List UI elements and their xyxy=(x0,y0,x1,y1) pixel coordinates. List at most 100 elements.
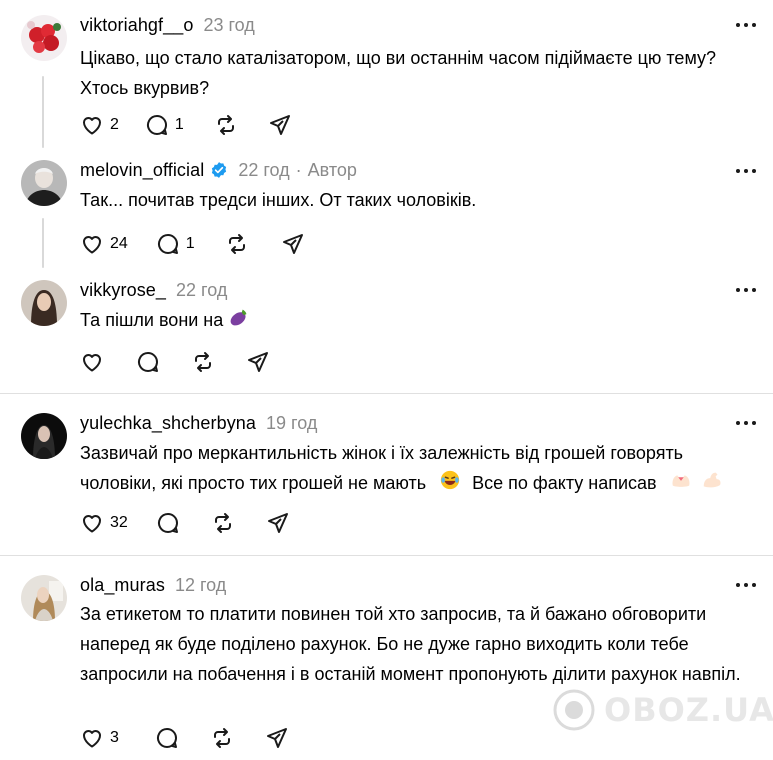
repost-icon xyxy=(213,728,230,748)
comment-text-after: Все по факту написав xyxy=(472,473,657,493)
action-bar: 32 xyxy=(80,511,290,535)
comment-header: melovin_official 22 год · Автор xyxy=(80,158,357,182)
comment-header: vikkyrose_ 22 год xyxy=(80,278,227,302)
repost-icon xyxy=(228,234,245,254)
comment-icon xyxy=(156,728,177,748)
share-button[interactable] xyxy=(265,726,289,750)
username[interactable]: viktoriahgf__o xyxy=(80,15,193,36)
woman-avatar-icon xyxy=(21,280,67,326)
watermark: OBOZ.UA xyxy=(552,688,773,732)
comment-icon xyxy=(157,513,178,533)
action-bar: 24 1 xyxy=(80,232,305,256)
timestamp[interactable]: 19 год xyxy=(266,413,317,434)
like-count: 32 xyxy=(110,514,128,531)
avatar[interactable] xyxy=(21,413,67,459)
reply-button[interactable] xyxy=(136,350,160,374)
watermark-text: OBOZ.UA xyxy=(604,691,773,729)
share-button[interactable] xyxy=(281,232,305,256)
username[interactable]: vikkyrose_ xyxy=(80,280,166,301)
send-icon xyxy=(266,728,287,748)
woman-light-avatar-icon xyxy=(21,575,67,621)
username[interactable]: ola_muras xyxy=(80,575,165,596)
more-options-icon[interactable] xyxy=(736,168,756,174)
comment-icon xyxy=(157,234,178,254)
repost-button[interactable] xyxy=(211,511,235,535)
heart-icon xyxy=(82,515,102,533)
heart-icon xyxy=(82,117,102,135)
more-options-icon[interactable] xyxy=(736,582,756,588)
like-button[interactable] xyxy=(80,350,104,374)
username[interactable]: melovin_official xyxy=(80,160,204,181)
reply-button[interactable]: 1 xyxy=(145,113,184,137)
repost-button[interactable] xyxy=(225,232,249,256)
reply-button[interactable] xyxy=(155,726,179,750)
comment-header: ola_muras 12 год xyxy=(80,573,226,597)
verified-badge-icon xyxy=(210,161,228,179)
reply-count: 1 xyxy=(185,235,195,252)
action-bar: 3 xyxy=(80,726,289,750)
eggplant-emoji-icon xyxy=(228,306,250,337)
timestamp[interactable]: 23 год xyxy=(203,15,254,36)
repost-button[interactable] xyxy=(191,350,215,374)
thread-line xyxy=(42,76,44,148)
share-button[interactable] xyxy=(266,511,290,535)
comment-icon xyxy=(138,352,159,372)
avatar[interactable] xyxy=(21,575,67,621)
man-avatar-icon xyxy=(21,160,67,206)
username[interactable]: yulechka_shcherbyna xyxy=(80,413,256,434)
timestamp[interactable]: 22 год xyxy=(238,160,289,181)
timestamp[interactable]: 12 год xyxy=(175,575,226,596)
comment-icon xyxy=(146,115,167,135)
action-bar xyxy=(80,350,270,374)
share-button[interactable] xyxy=(246,350,270,374)
comment-header: viktoriahgf__o 23 год xyxy=(80,13,255,37)
more-options-icon[interactable] xyxy=(736,22,756,28)
heart-hands-emoji-icon xyxy=(670,469,692,500)
timestamp[interactable]: 22 год xyxy=(176,280,227,301)
flexed-arm-emoji-icon xyxy=(701,469,723,500)
avatar[interactable] xyxy=(21,280,67,326)
send-icon xyxy=(282,234,303,254)
comment-text: За етикетом то платити повинен той хто з… xyxy=(80,604,741,684)
avatar[interactable] xyxy=(21,160,67,206)
heart-icon xyxy=(82,354,102,372)
share-button[interactable] xyxy=(268,113,292,137)
repost-button[interactable] xyxy=(214,113,238,137)
heart-icon xyxy=(82,730,102,748)
repost-button[interactable] xyxy=(210,726,234,750)
like-button[interactable]: 2 xyxy=(80,113,119,137)
divider xyxy=(0,393,773,394)
heart-icon xyxy=(82,236,102,254)
like-button[interactable]: 24 xyxy=(80,232,128,256)
reply-button[interactable] xyxy=(156,511,180,535)
author-label: Автор xyxy=(307,159,357,180)
repost-icon xyxy=(214,513,231,533)
flowers-avatar-icon xyxy=(21,15,67,61)
comment-text: Цікаво, що стало каталізатором, що ви ос… xyxy=(80,48,717,98)
repost-icon xyxy=(217,115,234,135)
oboz-logo-icon xyxy=(553,689,595,731)
woman-dark-avatar-icon xyxy=(21,413,67,459)
thread-line xyxy=(42,218,44,268)
send-icon xyxy=(267,513,288,533)
send-icon xyxy=(248,352,268,372)
like-button[interactable]: 3 xyxy=(80,726,119,750)
comment-text-row: Та пішли вони на xyxy=(80,305,740,337)
action-bar: 2 1 xyxy=(80,113,292,137)
avatar[interactable] xyxy=(21,15,67,61)
reply-button[interactable]: 1 xyxy=(156,232,195,256)
comment-text-row: Зазвичай про меркантильність жінок і їх … xyxy=(80,438,740,500)
more-options-icon[interactable] xyxy=(736,420,756,426)
divider xyxy=(0,555,773,556)
like-count: 24 xyxy=(110,235,128,252)
laughing-emoji-icon xyxy=(439,469,461,500)
more-options-icon[interactable] xyxy=(736,287,756,293)
comment-text: Так... почитав тредси інших. От таких чо… xyxy=(80,190,477,210)
like-count: 3 xyxy=(110,729,119,746)
repost-icon xyxy=(195,352,211,372)
reply-count: 1 xyxy=(174,116,184,133)
like-button[interactable]: 32 xyxy=(80,511,128,535)
like-count: 2 xyxy=(110,116,119,133)
separator-dot: · xyxy=(295,159,302,180)
send-icon xyxy=(269,115,290,135)
